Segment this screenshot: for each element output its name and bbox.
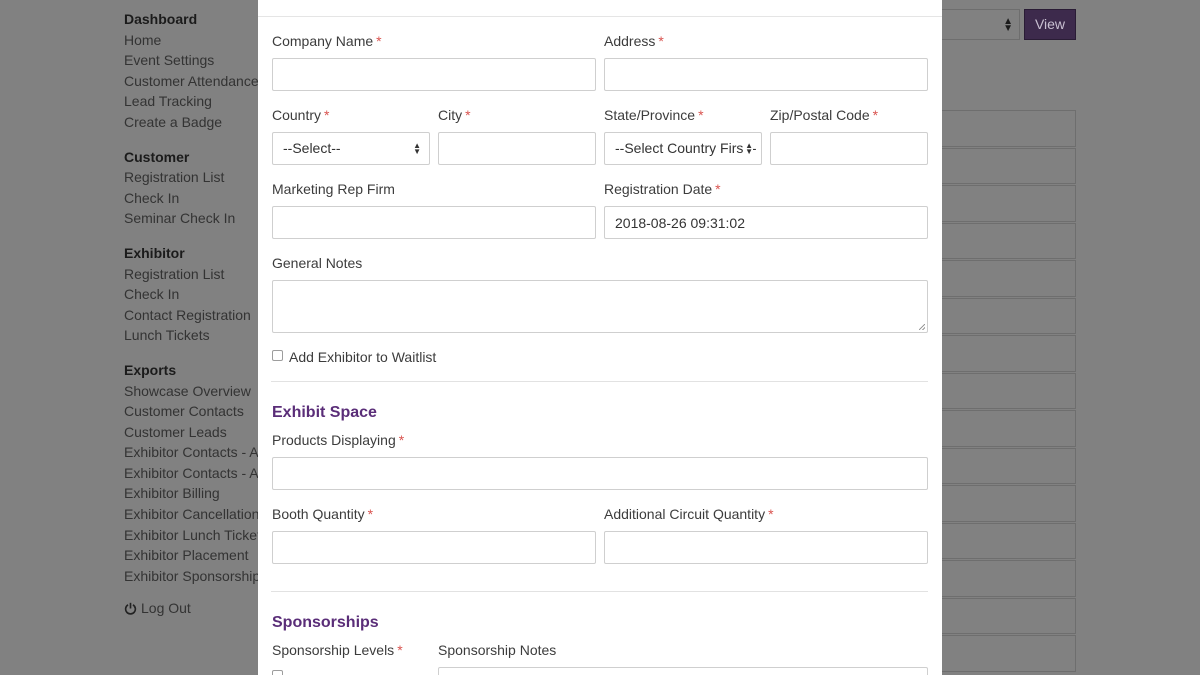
table-row xyxy=(942,185,1076,222)
city-input[interactable] xyxy=(438,132,596,165)
products-label: Products Displaying * xyxy=(272,432,405,448)
sidebar-item[interactable]: Exhibitor Contacts - At xyxy=(124,463,264,484)
marketing-rep-input[interactable] xyxy=(272,206,596,239)
exhibit-space-heading: Exhibit Space xyxy=(272,404,377,421)
sidebar-item[interactable]: Customer Leads xyxy=(124,422,264,443)
table-row xyxy=(942,147,1076,184)
table-row xyxy=(942,447,1076,484)
sponsorship-levels-label: Sponsorship Levels * xyxy=(272,642,403,658)
sidebar-item[interactable]: Check In xyxy=(124,284,264,305)
event-select[interactable]: ▲ ▼ xyxy=(942,9,1020,40)
resize-handle-icon[interactable] xyxy=(919,324,925,330)
sidebar-item[interactable]: Lunch Tickets xyxy=(124,325,264,346)
circuit-quantity-label: Additional Circuit Quantity * xyxy=(604,506,774,522)
modal-header-divider xyxy=(258,16,942,17)
booth-quantity-input[interactable] xyxy=(272,531,596,564)
sidebar-item[interactable]: Customer Contacts xyxy=(124,401,264,422)
logout-link[interactable]: Log Out xyxy=(124,598,264,619)
nav-group-heading: Exhibitor xyxy=(124,244,185,261)
sidebar-item[interactable]: Exhibitor Lunch Tickets xyxy=(124,525,268,546)
zip-input[interactable] xyxy=(770,132,928,165)
section-divider xyxy=(271,381,928,382)
select-arrows-icon: ▲ ▼ xyxy=(743,141,753,156)
marketing-rep-label: Marketing Rep Firm xyxy=(272,181,395,197)
sponsorship-level-checkbox[interactable] xyxy=(272,670,283,675)
view-button[interactable]: View xyxy=(1024,9,1076,40)
sponsorship-notes-label: Sponsorship Notes xyxy=(438,642,557,658)
logout-label: Log Out xyxy=(141,600,191,617)
sidebar-item[interactable]: Registration List xyxy=(124,264,264,285)
sidebar-item[interactable]: Registration List xyxy=(124,167,264,188)
waitlist-label: Add Exhibitor to Waitlist xyxy=(289,349,437,365)
state-label: State/Province * xyxy=(604,107,704,123)
nav-group-heading: Customer xyxy=(124,148,190,165)
sidebar-item[interactable]: Showcase Overview xyxy=(124,381,264,402)
sponsorships-heading: Sponsorships xyxy=(272,614,379,631)
country-label: Country * xyxy=(272,107,330,123)
table-row xyxy=(942,635,1076,672)
sidebar-item[interactable]: Lead Tracking xyxy=(124,91,264,112)
circuit-quantity-input[interactable] xyxy=(604,531,928,564)
table-row xyxy=(942,260,1076,297)
table-row xyxy=(942,372,1076,409)
sidebar-item[interactable]: Exhibitor Billing xyxy=(124,483,264,504)
table-row xyxy=(942,597,1076,634)
table-row xyxy=(942,222,1076,259)
address-input[interactable] xyxy=(604,58,928,91)
select-arrows-icon: ▲ ▼ xyxy=(1003,16,1013,34)
table-row xyxy=(942,560,1076,597)
products-input[interactable] xyxy=(272,457,928,490)
background-table xyxy=(942,110,1076,673)
registration-date-label: Registration Date * xyxy=(604,181,721,197)
power-icon xyxy=(124,603,137,615)
sidebar-item[interactable]: Exhibitor Sponsorships xyxy=(124,566,267,587)
sidebar-item[interactable]: Exhibitor Contacts - All xyxy=(124,442,265,463)
sidebar-item[interactable]: Exhibitor Placement xyxy=(124,545,264,566)
address-label: Address * xyxy=(604,33,664,49)
sponsorship-notes-textarea[interactable] xyxy=(438,667,928,675)
company-name-label: Company Name * xyxy=(272,33,382,49)
table-row xyxy=(942,410,1076,447)
select-arrows-icon: ▲ ▼ xyxy=(413,141,421,156)
zip-label: Zip/Postal Code * xyxy=(770,107,879,123)
registration-date-input[interactable] xyxy=(604,206,928,239)
sidebar-item[interactable]: Home xyxy=(124,30,264,51)
section-divider xyxy=(271,591,928,592)
booth-quantity-label: Booth Quantity * xyxy=(272,506,374,522)
add-exhibitor-modal: Company Name * Address * Country * --Select… xyxy=(258,0,942,675)
sidebar-item[interactable]: Customer Attendance xyxy=(124,71,264,92)
nav-group-heading: Exports xyxy=(124,361,177,378)
waitlist-checkbox[interactable] xyxy=(272,350,283,361)
country-select[interactable]: --Select-- ▲ ▼ xyxy=(272,132,430,165)
table-row xyxy=(942,522,1076,559)
city-label: City * xyxy=(438,107,471,123)
state-select[interactable]: --Select Country First-- ▲ ▼ xyxy=(604,132,762,165)
sidebar-nav: Dashboard Home Event Settings Customer Atte… xyxy=(124,9,268,619)
table-row xyxy=(942,485,1076,522)
sidebar-item[interactable]: Exhibitor Cancellations xyxy=(124,504,266,525)
general-notes-label: General Notes xyxy=(272,255,363,271)
sidebar-item[interactable]: Contact Registration xyxy=(124,305,264,326)
sidebar-item[interactable]: Check In xyxy=(124,188,264,209)
company-name-input[interactable] xyxy=(272,58,596,91)
nav-group-heading: Dashboard xyxy=(124,11,198,27)
table-row xyxy=(942,110,1076,147)
table-row xyxy=(942,335,1076,372)
sidebar-item[interactable]: Event Settings xyxy=(124,50,264,71)
general-notes-textarea[interactable] xyxy=(272,280,928,333)
sidebar-item[interactable]: Seminar Check In xyxy=(124,208,264,229)
sidebar-item[interactable]: Create a Badge xyxy=(124,112,264,133)
table-row xyxy=(942,297,1076,334)
